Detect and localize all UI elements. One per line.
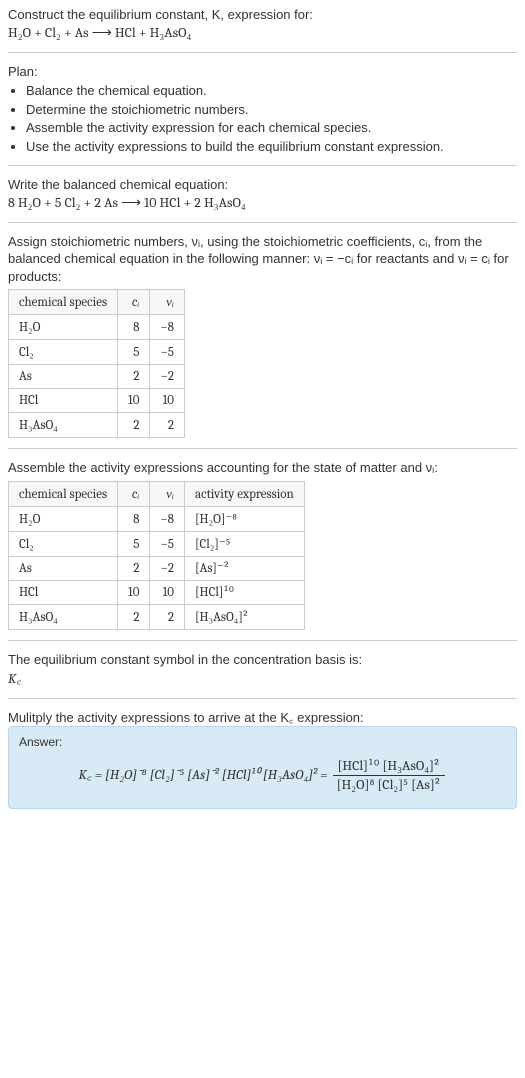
table-row: H₂O 8 −8 (9, 315, 185, 340)
cell-ci: 2 (118, 413, 150, 438)
cell-ci: 8 (118, 507, 150, 532)
cell-species: Cl₂ (9, 532, 118, 557)
multiply-label: Mulitply the activity expressions to arr… (8, 709, 517, 727)
col-species: chemical species (9, 290, 118, 315)
activity-table: chemical species cᵢ νᵢ activity expressi… (8, 481, 305, 630)
cell-activity: [H₂O]⁻⁸ (185, 507, 305, 532)
cell-vi: −2 (150, 557, 185, 581)
cell-vi: −5 (150, 340, 185, 365)
plan-item: Use the activity expressions to build th… (26, 138, 517, 156)
table-row: Cl₂ 5 −5 (9, 340, 185, 365)
separator (8, 222, 517, 223)
kc-symbol-label: The equilibrium constant symbol in the c… (8, 651, 517, 669)
cell-vi: −2 (150, 365, 185, 389)
cell-ci: 2 (118, 605, 150, 630)
col-ci: cᵢ (118, 290, 150, 315)
cell-vi: 2 (150, 605, 185, 630)
header-equation: H₂O + Cl₂ + As ⟶ HCl + H₃AsO₄ (8, 24, 517, 42)
separator (8, 698, 517, 699)
cell-species: HCl (9, 389, 118, 413)
cell-species: HCl (9, 581, 118, 605)
col-vi: νᵢ (150, 290, 185, 315)
cell-activity: [As]⁻² (185, 557, 305, 581)
separator (8, 640, 517, 641)
cell-ci: 8 (118, 315, 150, 340)
cell-activity: [Cl₂]⁻⁵ (185, 532, 305, 557)
answer-label: Answer: (19, 735, 506, 749)
cell-species: As (9, 365, 118, 389)
table-header-row: chemical species cᵢ νᵢ activity expressi… (9, 482, 305, 507)
col-activity: activity expression (185, 482, 305, 507)
kc-prefix: K꜀ = [H₂O]⁻⁸ [Cl₂]⁻⁵ [As]⁻² [HCl]¹⁰ [H₃A… (79, 766, 328, 783)
cell-vi: 2 (150, 413, 185, 438)
stoich-intro: Assign stoichiometric numbers, νᵢ, using… (8, 233, 517, 286)
table-row: H₃AsO₄ 2 2 (9, 413, 185, 438)
cell-species: H₂O (9, 315, 118, 340)
cell-species: As (9, 557, 118, 581)
cell-activity: [HCl]¹⁰ (185, 581, 305, 605)
cell-vi: 10 (150, 389, 185, 413)
kc-symbol: K꜀ (8, 669, 517, 688)
header-title: Construct the equilibrium constant, K, e… (8, 6, 517, 24)
cell-activity: [H₃AsO₄]² (185, 605, 305, 630)
header-title-text: Construct the equilibrium constant, K, e… (8, 7, 313, 22)
table-row: HCl 10 10 [HCl]¹⁰ (9, 581, 305, 605)
table-row: H₂O 8 −8 [H₂O]⁻⁸ (9, 507, 305, 532)
cell-species: Cl₂ (9, 340, 118, 365)
col-ci: cᵢ (118, 482, 150, 507)
separator (8, 448, 517, 449)
table-header-row: chemical species cᵢ νᵢ (9, 290, 185, 315)
cell-vi: −8 (150, 507, 185, 532)
cell-ci: 2 (118, 365, 150, 389)
cell-species: H₃AsO₄ (9, 413, 118, 438)
col-vi: νᵢ (150, 482, 185, 507)
balanced-label: Write the balanced chemical equation: (8, 176, 517, 194)
plan-label: Plan: (8, 63, 517, 81)
cell-ci: 10 (118, 581, 150, 605)
table-row: Cl₂ 5 −5 [Cl₂]⁻⁵ (9, 532, 305, 557)
stoich-table: chemical species cᵢ νᵢ H₂O 8 −8 Cl₂ 5 −5… (8, 289, 185, 438)
cell-vi: −8 (150, 315, 185, 340)
answer-box: Answer: K꜀ = [H₂O]⁻⁸ [Cl₂]⁻⁵ [As]⁻² [HCl… (8, 726, 517, 809)
cell-ci: 10 (118, 389, 150, 413)
col-species: chemical species (9, 482, 118, 507)
document-page: Construct the equilibrium constant, K, e… (0, 0, 525, 819)
cell-vi: −5 (150, 532, 185, 557)
plan-item: Balance the chemical equation. (26, 82, 517, 100)
separator (8, 165, 517, 166)
cell-ci: 5 (118, 340, 150, 365)
separator (8, 52, 517, 53)
table-row: H₃AsO₄ 2 2 [H₃AsO₄]² (9, 605, 305, 630)
table-row: HCl 10 10 (9, 389, 185, 413)
plan-item: Determine the stoichiometric numbers. (26, 101, 517, 119)
table-row: As 2 −2 [As]⁻² (9, 557, 305, 581)
cell-ci: 5 (118, 532, 150, 557)
cell-vi: 10 (150, 581, 185, 605)
kc-fraction-denominator: [H₂O]⁸ [Cl₂]⁵ [As]² (333, 776, 445, 794)
activity-intro: Assemble the activity expressions accoun… (8, 459, 517, 477)
cell-ci: 2 (118, 557, 150, 581)
balanced-equation: 8 H₂O + 5 Cl₂ + 2 As ⟶ 10 HCl + 2 H₃AsO₄ (8, 194, 517, 212)
plan-list: Balance the chemical equation. Determine… (8, 82, 517, 155)
kc-fraction: [HCl]¹⁰ [H₃AsO₄]² [H₂O]⁸ [Cl₂]⁵ [As]² (333, 757, 445, 794)
kc-fraction-numerator: [HCl]¹⁰ [H₃AsO₄]² (333, 757, 445, 776)
cell-species: H₂O (9, 507, 118, 532)
plan-item: Assemble the activity expression for eac… (26, 119, 517, 137)
cell-species: H₃AsO₄ (9, 605, 118, 630)
table-row: As 2 −2 (9, 365, 185, 389)
kc-expression: K꜀ = [H₂O]⁻⁸ [Cl₂]⁻⁵ [As]⁻² [HCl]¹⁰ [H₃A… (19, 757, 506, 794)
